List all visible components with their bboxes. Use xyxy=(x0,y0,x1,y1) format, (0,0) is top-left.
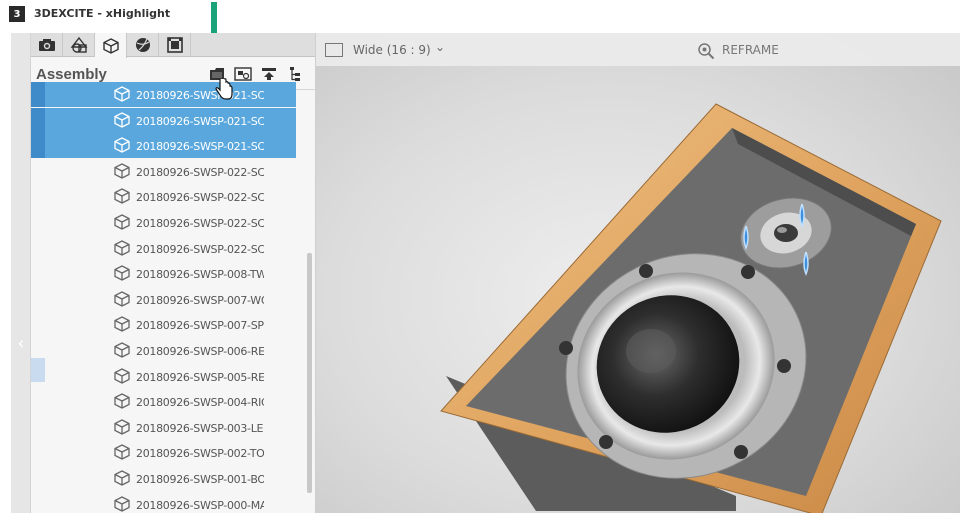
tree-structure-icon xyxy=(290,67,300,81)
tree-row[interactable]: 20180926-SWSP-001-BOT xyxy=(31,466,296,491)
left-collapse-strip[interactable] xyxy=(11,33,31,513)
app-logo: 3 xyxy=(9,6,25,22)
tree-row[interactable]: 20180926-SWSP-022-SCF xyxy=(31,184,296,209)
speaker-3d-model[interactable] xyxy=(316,66,960,513)
assembly-tab[interactable] xyxy=(95,33,127,58)
camera-icon xyxy=(38,39,55,51)
assembly-panel: Assembly 20180926-SWSP-021-SCF 20180926-S… xyxy=(31,33,316,513)
viewport-toolbar: Wide (16 : 9) ⌄ REFRAME xyxy=(316,33,960,66)
tree-row[interactable]: 20180926-SWSP-002-TOF xyxy=(31,440,296,465)
tree-row-label: 20180926-SWSP-005-REA xyxy=(136,370,264,384)
tree-row-label: 20180926-SWSP-022-SCF xyxy=(136,217,264,230)
panel-title: Assembly xyxy=(36,66,107,83)
tree-row[interactable]: 20180926-SWSP-008-TWI xyxy=(31,261,296,286)
part-cube-icon xyxy=(114,393,130,409)
tree-row-label: 20180926-SWSP-007-SPE xyxy=(136,319,264,333)
tree-row-label: 20180926-SWSP-003-LEF xyxy=(136,421,264,435)
cube-icon xyxy=(102,37,119,54)
part-cube-icon xyxy=(114,342,130,358)
tree-row[interactable]: 20180926-SWSP-007-SPE xyxy=(31,312,296,337)
part-cube-icon xyxy=(114,137,130,153)
collapse-up-icon xyxy=(262,68,276,80)
tree-row[interactable]: 20180926-SWSP-022-SCF xyxy=(31,210,296,235)
part-cube-icon xyxy=(114,239,130,256)
assembly-tree: 20180926-SWSP-021-SCF 20180926-SWSP-021-S… xyxy=(31,82,315,513)
part-cube-icon xyxy=(114,188,130,205)
part-cube-icon xyxy=(114,316,130,333)
tree-row-label: 20180926-SWSP-021-SCF xyxy=(136,89,264,102)
tree-row[interactable]: 20180926-SWSP-022-SCF xyxy=(31,159,296,184)
tree-row-label: 20180926-SWSP-002-TOF xyxy=(136,447,264,461)
part-cube-icon xyxy=(114,86,130,102)
part-cube-icon xyxy=(114,419,130,435)
tree-row[interactable]: 20180926-SWSP-005-REA xyxy=(31,364,296,389)
hand-cursor-icon xyxy=(215,78,233,100)
selection-marker xyxy=(31,358,45,382)
part-cube-icon xyxy=(114,163,130,179)
part-cube-icon xyxy=(114,367,130,384)
tree-row-label: 20180926-SWSP-021-SCF xyxy=(136,140,264,154)
filter-image-icon xyxy=(234,67,252,81)
tree-row-label: 20180926-SWSP-022-SCF xyxy=(136,165,264,179)
materials-tab[interactable] xyxy=(127,33,159,57)
title-bar: 3 3DEXCITE - xHighlight xyxy=(0,0,960,30)
tree-row[interactable]: 20180926-SWSP-022-SCF xyxy=(31,236,296,261)
tree-row[interactable]: 20180926-SWSP-007-WO xyxy=(31,287,296,312)
tree-row-label: 20180926-SWSP-022-SCF xyxy=(136,191,264,205)
camera-tab[interactable] xyxy=(31,33,63,57)
tree-row-label: 20180926-SWSP-000-MAS xyxy=(136,498,264,512)
tree-row-label: 20180926-SWSP-001-BOT xyxy=(136,473,264,486)
collapse-up-button[interactable] xyxy=(260,66,278,82)
tree-row[interactable]: 20180926-SWSP-021-SCF xyxy=(31,133,296,159)
tree-structure-button[interactable] xyxy=(286,66,304,82)
selection-gutter xyxy=(31,133,45,159)
selection-gutter xyxy=(31,107,45,133)
3d-viewport[interactable]: Wide (16 : 9) ⌄ REFRAME xyxy=(316,33,960,513)
tree-row[interactable]: 20180926-SWSP-021-SCF xyxy=(31,82,296,107)
selection-gutter xyxy=(31,82,45,107)
shapes-tab[interactable] xyxy=(63,33,95,57)
aspect-ratio-select[interactable]: Wide (16 : 9) xyxy=(353,43,431,57)
film-tab[interactable] xyxy=(159,33,191,57)
part-cube-icon xyxy=(114,291,130,307)
tree-scrollbar[interactable] xyxy=(307,253,312,493)
part-cube-icon xyxy=(114,265,130,281)
reframe-icon[interactable] xyxy=(697,42,715,60)
tree-row[interactable]: 20180926-SWSP-003-LEF xyxy=(31,415,296,440)
part-cube-icon xyxy=(114,495,130,512)
tree-row-label: 20180926-SWSP-008-TWI xyxy=(136,268,264,282)
tree-row-label: 20180926-SWSP-004-RIG xyxy=(136,396,264,410)
filter-image-button[interactable] xyxy=(234,66,252,82)
material-ball-icon xyxy=(135,38,150,52)
film-icon xyxy=(166,37,183,53)
tree-row[interactable]: 20180926-SWSP-000-MAS xyxy=(31,492,296,513)
part-cube-icon xyxy=(114,214,130,230)
tree-row-label: 20180926-SWSP-006-REA xyxy=(136,345,264,358)
tree-row[interactable]: 20180926-SWSP-006-REA xyxy=(31,338,296,363)
app-title: 3DEXCITE - xHighlight xyxy=(34,7,171,20)
shapes-icon xyxy=(70,37,87,53)
part-cube-icon xyxy=(114,111,130,128)
reframe-button[interactable]: REFRAME xyxy=(722,43,779,57)
tree-row-label: 20180926-SWSP-021-SCF xyxy=(136,114,264,128)
aspect-ratio-icon[interactable] xyxy=(325,43,343,57)
chevron-down-icon[interactable]: ⌄ xyxy=(435,40,445,54)
tree-row-label: 20180926-SWSP-022-SCF xyxy=(136,242,264,256)
part-cube-icon xyxy=(114,444,130,461)
collapse-panel-chevron-icon[interactable]: ‹ xyxy=(12,334,30,354)
tree-row-label: 20180926-SWSP-007-WO xyxy=(136,293,264,307)
part-cube-icon xyxy=(114,470,130,486)
tree-row[interactable]: 20180926-SWSP-004-RIG xyxy=(31,389,296,414)
panel-tab-bar xyxy=(31,33,315,58)
tree-row[interactable]: 20180926-SWSP-021-SCF xyxy=(31,107,296,133)
